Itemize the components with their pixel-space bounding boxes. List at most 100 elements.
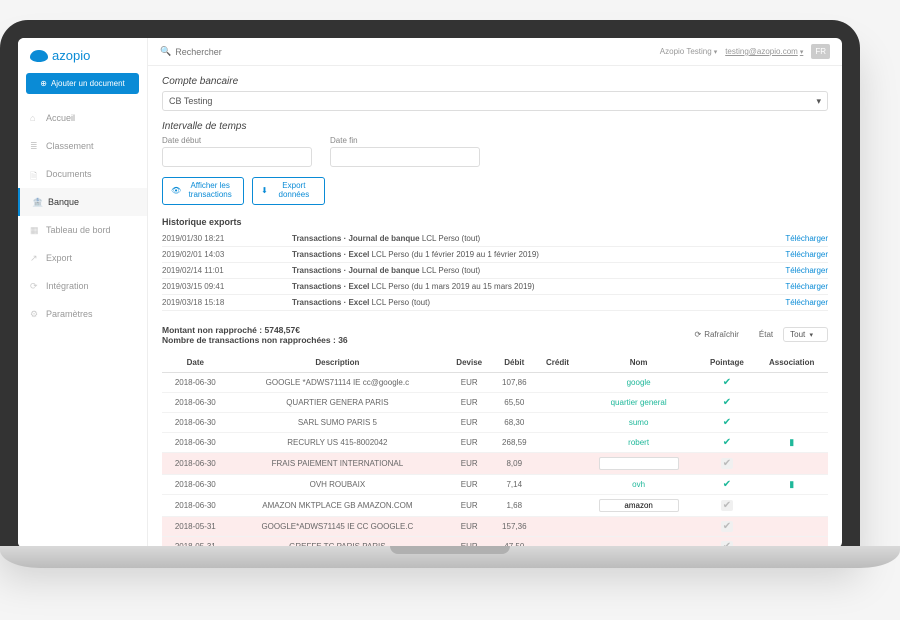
download-link[interactable]: Télécharger xyxy=(785,250,828,259)
brand-logo: azopio xyxy=(18,38,147,73)
cell-debit: 8,09 xyxy=(492,452,536,474)
export-data-button[interactable]: ⬇ Export données xyxy=(252,177,325,205)
sidebar-item-tableau-de-bord[interactable]: ▦Tableau de bord xyxy=(18,216,147,244)
association-icon[interactable]: ▮ xyxy=(789,479,794,489)
date-start-input[interactable] xyxy=(162,147,312,167)
col-debit[interactable]: Débit xyxy=(492,353,536,373)
download-link[interactable]: Télécharger xyxy=(785,298,828,307)
sidebar-item-label: Accueil xyxy=(46,113,75,123)
cell-pointage: ✔ xyxy=(699,412,756,432)
table-row: 2018-06-30AMAZON MKTPLACE GB AMAZON.COME… xyxy=(162,494,828,516)
check-icon[interactable]: ✔ xyxy=(721,521,733,532)
col-association[interactable]: Association xyxy=(755,353,828,373)
language-badge[interactable]: FR xyxy=(811,44,830,59)
table-row: 2018-06-30OVH ROUBAIXEUR7,14ovh✔▮ xyxy=(162,474,828,494)
history-row: 2019/02/14 11:01Transactions · Journal d… xyxy=(162,263,828,279)
chevron-down-icon: ▾ xyxy=(800,49,804,56)
main-panel: 🔍 Azopio Testing▾ testing@azopio.com▾ FR… xyxy=(148,38,842,548)
table-row: 2018-06-30SARL SUMO PARIS 5EUR68,30sumo✔ xyxy=(162,412,828,432)
history-desc: Transactions · Journal de banque LCL Per… xyxy=(292,266,785,275)
name-link[interactable]: robert xyxy=(628,438,649,447)
user-email-link[interactable]: testing@azopio.com▾ xyxy=(725,47,803,56)
sidebar-item-label: Export xyxy=(46,253,72,263)
col-pointage[interactable]: Pointage xyxy=(699,353,756,373)
state-select[interactable]: Tout ▾ xyxy=(783,327,828,342)
cell-name: ovh xyxy=(579,474,699,494)
chevron-down-icon: ▾ xyxy=(816,96,821,107)
sidebar-item-paramètres[interactable]: ⚙Paramètres xyxy=(18,300,147,328)
download-link[interactable]: Télécharger xyxy=(785,234,828,243)
check-icon[interactable]: ✔ xyxy=(721,500,733,511)
name-link[interactable]: sumo xyxy=(629,418,649,427)
nav-icon: ⟳ xyxy=(30,281,40,291)
table-row: 2018-06-30FRAIS PAIEMENT INTERNATIONALEU… xyxy=(162,452,828,474)
sidebar-item-classement[interactable]: ≣Classement xyxy=(18,132,147,160)
download-link[interactable]: Télécharger xyxy=(785,282,828,291)
check-icon[interactable]: ✔ xyxy=(723,417,731,428)
brand-name: azopio xyxy=(52,48,90,63)
check-icon[interactable]: ✔ xyxy=(723,397,731,408)
check-icon[interactable]: ✔ xyxy=(723,377,731,388)
col-description[interactable]: Description xyxy=(229,353,447,373)
history-timestamp: 2019/03/15 09:41 xyxy=(162,282,292,291)
cell-debit: 7,14 xyxy=(492,474,536,494)
name-link[interactable]: google xyxy=(627,378,651,387)
history-desc: Transactions · Excel LCL Perso (tout) xyxy=(292,298,785,307)
name-link[interactable]: ovh xyxy=(632,480,645,489)
sidebar-item-export[interactable]: ↗Export xyxy=(18,244,147,272)
cell-currency: EUR xyxy=(446,452,492,474)
check-icon[interactable]: ✔ xyxy=(723,437,731,448)
plus-icon: ⊕ xyxy=(40,79,47,88)
cell-name xyxy=(579,494,699,516)
nav-icon: ⌂ xyxy=(30,113,40,123)
cell-debit: 268,59 xyxy=(492,432,536,452)
show-transactions-button[interactable]: 👁 Afficher les transactions xyxy=(162,177,244,205)
cell-debit: 65,50 xyxy=(492,392,536,412)
cell-credit xyxy=(536,516,578,536)
check-icon[interactable]: ✔ xyxy=(723,479,731,490)
sidebar-nav: ⌂ Accueil ≣Classement🗎Documents🏦Banque▦Tab… xyxy=(18,104,147,328)
cell-pointage: ✔ xyxy=(699,372,756,392)
col-date[interactable]: Date xyxy=(162,353,229,373)
cell-date: 2018-06-30 xyxy=(162,494,229,516)
sidebar-item-documents[interactable]: 🗎Documents xyxy=(18,160,147,188)
refresh-button[interactable]: ⟳ Rafraîchir xyxy=(695,330,739,339)
cell-description: OVH ROUBAIX xyxy=(229,474,447,494)
col-name[interactable]: Nom xyxy=(579,353,699,373)
add-document-button[interactable]: ⊕ Ajouter un document xyxy=(26,73,139,94)
search-input[interactable] xyxy=(175,47,295,57)
history-timestamp: 2019/03/18 15:18 xyxy=(162,298,292,307)
sidebar-item-banque[interactable]: 🏦Banque xyxy=(18,188,147,216)
cell-debit: 1,68 xyxy=(492,494,536,516)
download-link[interactable]: Télécharger xyxy=(785,266,828,275)
name-link[interactable]: quartier general xyxy=(611,398,667,407)
sidebar-item-intégration[interactable]: ⟳ Intégration xyxy=(18,272,147,300)
tenant-switcher[interactable]: Azopio Testing▾ xyxy=(660,47,717,56)
name-input[interactable] xyxy=(599,457,679,470)
cell-description: GOOGLE *ADWS71114 IE cc@google.c xyxy=(229,372,447,392)
cell-debit: 157,36 xyxy=(492,516,536,536)
sidebar-item-label: Paramètres xyxy=(46,309,93,319)
cell-currency: EUR xyxy=(446,494,492,516)
sidebar: azopio ⊕ Ajouter un document ⌂ Accueil ≣Cl… xyxy=(18,38,148,548)
cell-date: 2018-06-30 xyxy=(162,474,229,494)
cell-date: 2018-06-30 xyxy=(162,372,229,392)
cell-date: 2018-05-31 xyxy=(162,516,229,536)
cell-pointage: ✔ xyxy=(699,432,756,452)
col-currency[interactable]: Devise xyxy=(446,353,492,373)
name-input[interactable] xyxy=(599,499,679,512)
logo-icon xyxy=(30,50,48,62)
summary-text: Montant non rapproché : 5748,57€ Nombre … xyxy=(162,325,348,345)
sidebar-item-accueil[interactable]: ⌂ Accueil xyxy=(18,104,147,132)
check-icon[interactable]: ✔ xyxy=(721,458,733,469)
date-end-input[interactable] xyxy=(330,147,480,167)
cell-name: google xyxy=(579,372,699,392)
sidebar-item-label: Intégration xyxy=(46,281,89,291)
account-select[interactable]: CB Testing ▾ xyxy=(162,91,828,111)
cell-credit xyxy=(536,494,578,516)
cell-credit xyxy=(536,372,578,392)
cell-association xyxy=(755,372,828,392)
association-icon[interactable]: ▮ xyxy=(789,437,794,447)
col-credit[interactable]: Crédit xyxy=(536,353,578,373)
nav-icon: ▦ xyxy=(30,225,40,235)
